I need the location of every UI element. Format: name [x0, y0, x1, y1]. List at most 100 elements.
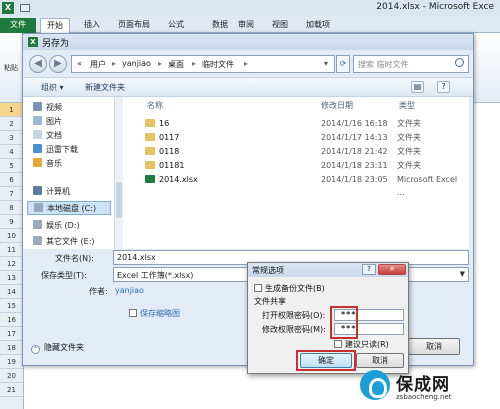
row-header[interactable]: 6	[0, 173, 23, 187]
row-header[interactable]: 5	[0, 159, 23, 173]
row-header[interactable]: 19	[0, 355, 23, 369]
row-header[interactable]: 2	[0, 117, 23, 131]
tab-data[interactable]: 数据	[212, 18, 228, 33]
row-header[interactable]: 8	[0, 201, 23, 215]
help-icon[interactable]: ?	[437, 81, 450, 93]
tree-scrollbar[interactable]	[115, 97, 123, 249]
file-type: 文件夹	[397, 161, 421, 170]
save-thumbnail-label: 保存缩略图	[140, 309, 180, 318]
tree-item[interactable]: 文档	[33, 129, 62, 143]
tree-item[interactable]: 音乐	[33, 157, 62, 171]
tree-item[interactable]: 其它文件 (E:)	[33, 235, 95, 249]
file-row[interactable]: 0117 2014/1/17 14:13 文件夹	[145, 131, 467, 144]
folder-icon	[145, 119, 155, 127]
back-arrow-icon[interactable]: ◀	[29, 55, 47, 73]
view-options-icon[interactable]: ▤	[411, 81, 424, 93]
search-icon	[455, 58, 464, 67]
readonly-checkbox[interactable]: 建议只读(R)	[334, 339, 389, 350]
new-folder-button[interactable]: 新建文件夹	[85, 82, 125, 93]
breadcrumb-yanjiao[interactable]: yanjiao	[122, 59, 151, 68]
general-options-dialog: 常规选项 ? ✕ 生成备份文件(B) 文件共享 打开权限密码(O): *** 修…	[247, 262, 409, 374]
tab-insert[interactable]: 插入	[84, 18, 100, 33]
row-header[interactable]: 18	[0, 341, 23, 355]
row-header[interactable]: 9	[0, 215, 23, 229]
cancel-button[interactable]: 取消	[356, 353, 404, 368]
file-date: 2014/1/17 14:13	[321, 133, 388, 142]
tab-formulas[interactable]: 公式	[168, 18, 184, 33]
tree-item[interactable]: 娱乐 (D:)	[33, 219, 80, 233]
row-header[interactable]: 3	[0, 131, 23, 145]
row-headers: 1 2 3 4 5 6 7 8 9 10 11 12 13 14 15 16 17 18 19 20 21	[0, 103, 24, 409]
library-icon	[33, 158, 42, 167]
file-name: 2014.xlsx	[159, 175, 198, 184]
folder-icon	[145, 147, 155, 155]
address-bar[interactable]: « 用户 ▸ yanjiao ▸ 桌面 ▸ 临时文件 ▸ ▾	[71, 55, 335, 73]
paste-button[interactable]: 粘贴	[4, 63, 18, 73]
drive-icon	[33, 220, 42, 229]
file-row[interactable]: 01181 2014/1/18 23:11 文件夹	[145, 159, 467, 172]
help-icon[interactable]: ?	[362, 264, 376, 275]
row-header[interactable]: 1	[0, 103, 23, 117]
breadcrumb-temp-files[interactable]: 临时文件	[202, 59, 234, 70]
save-thumbnail-checkbox[interactable]: 保存缩略图	[129, 308, 180, 319]
row-header[interactable]: 16	[0, 313, 23, 327]
tab-page-layout[interactable]: 页面布局	[118, 18, 150, 33]
column-date[interactable]: 修改日期	[321, 100, 353, 111]
breadcrumb-overflow[interactable]: «	[77, 59, 82, 68]
backup-checkbox[interactable]: 生成备份文件(B)	[254, 283, 325, 294]
tab-view[interactable]: 视图	[272, 18, 288, 33]
excel-app-icon: X	[2, 2, 14, 14]
tree-item[interactable]: 迅雷下载	[33, 143, 78, 157]
organize-button[interactable]: 组织 ▾	[41, 82, 64, 93]
row-header[interactable]: 4	[0, 145, 23, 159]
tab-review[interactable]: 审阅	[238, 18, 254, 33]
file-row[interactable]: 0118 2014/1/18 21:42 文件夹	[145, 145, 467, 158]
tree-item[interactable]: 视频	[33, 101, 62, 115]
ok-highlight	[296, 350, 356, 371]
row-header[interactable]: 21	[0, 383, 23, 397]
row-header[interactable]: 14	[0, 285, 23, 299]
filename-value: 2014.xlsx	[117, 253, 156, 262]
column-type[interactable]: 类型	[399, 100, 415, 111]
close-icon[interactable]: ✕	[378, 264, 406, 275]
file-date: 2014/1/18 23:05	[321, 175, 388, 184]
tree-item-label: 图片	[46, 117, 62, 126]
forward-arrow-icon[interactable]: ▶	[49, 55, 67, 73]
row-header[interactable]: 10	[0, 229, 23, 243]
row-header[interactable]: 15	[0, 299, 23, 313]
row-header[interactable]: 20	[0, 369, 23, 383]
row-header[interactable]: 17	[0, 327, 23, 341]
save-cancel-button[interactable]: 取消	[408, 338, 460, 355]
save-quick-icon[interactable]	[20, 4, 30, 12]
tree-item-label: 娱乐 (D:)	[46, 221, 80, 230]
search-input[interactable]: 搜索 临时文件	[353, 55, 469, 73]
library-icon	[33, 130, 42, 139]
row-header[interactable]: 11	[0, 243, 23, 257]
excel-title-bar: X 2014.xlsx - Microsoft Exce	[0, 0, 500, 16]
tree-item[interactable]: 计算机	[33, 185, 70, 199]
breadcrumb-users[interactable]: 用户	[90, 59, 106, 70]
tree-item[interactable]: 图片	[33, 115, 62, 129]
dialog-toolbar: 组织 ▾ 新建文件夹 ▤ ?	[23, 77, 473, 97]
tab-home[interactable]: 开始	[40, 18, 70, 33]
tab-addins[interactable]: 加载项	[306, 18, 330, 33]
chevron-down-icon: ▼	[459, 270, 465, 278]
breadcrumb-desktop[interactable]: 桌面	[168, 59, 184, 70]
row-header[interactable]: 7	[0, 187, 23, 201]
row-header[interactable]: 13	[0, 271, 23, 285]
author-value[interactable]: yanjiao	[115, 286, 144, 295]
file-row[interactable]: 16 2014/1/16 16:18 文件夹	[145, 117, 467, 130]
refresh-icon[interactable]: ⟳	[336, 55, 350, 73]
hide-folders-toggle[interactable]: ⌃ 隐藏文件夹	[31, 342, 84, 354]
tree-item-label: 计算机	[46, 187, 70, 196]
filename-label: 文件名(N):	[55, 254, 94, 263]
row-header[interactable]: 12	[0, 257, 23, 271]
file-row[interactable]: 2014.xlsx 2014/1/18 23:05 Microsoft Excel …	[145, 173, 467, 197]
tree-item[interactable]: 本地磁盘 (C:)	[27, 201, 111, 215]
window-title: 2014.xlsx - Microsoft Exce	[376, 2, 494, 12]
tree-scroll-thumb[interactable]	[116, 182, 122, 218]
chevron-up-icon: ⌃	[31, 345, 40, 354]
tab-file[interactable]: 文件	[0, 18, 36, 33]
column-name[interactable]: 名称	[147, 100, 163, 111]
file-type: 文件夹	[397, 147, 421, 156]
